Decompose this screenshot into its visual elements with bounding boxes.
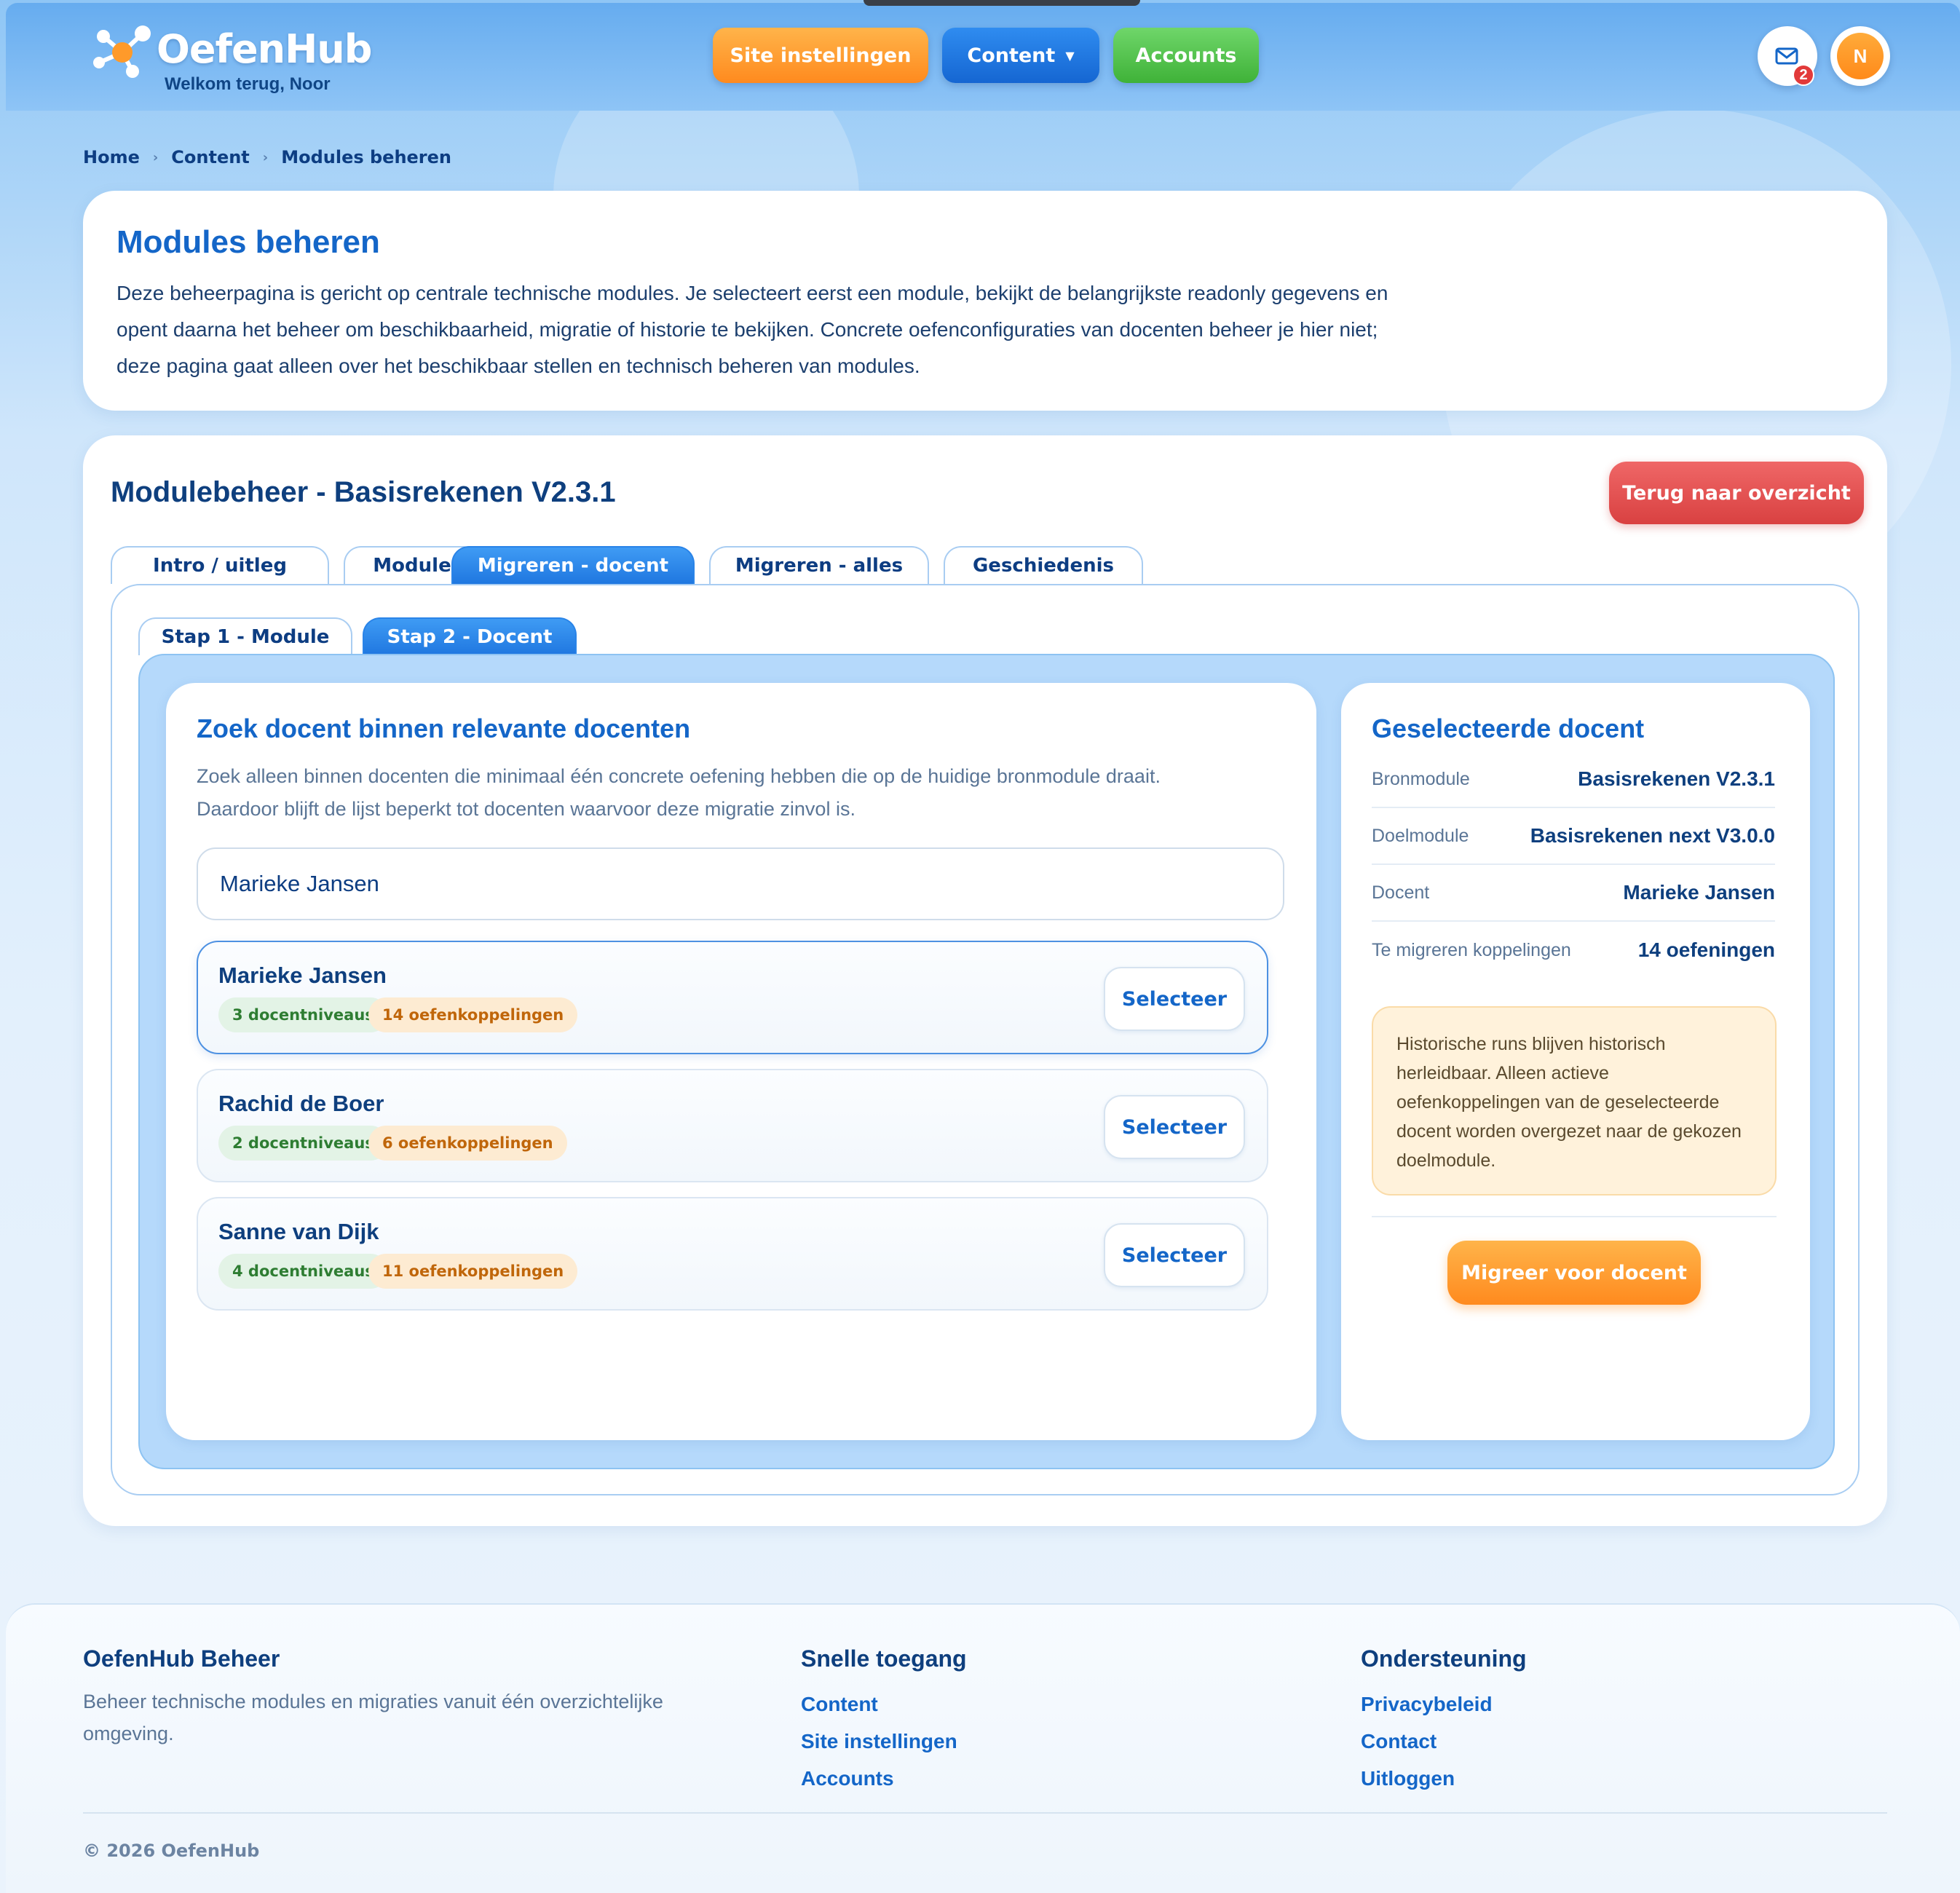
- nav-site-settings-button[interactable]: Site instellingen: [713, 28, 928, 83]
- links-badge: 6 oefenkoppelingen: [368, 1126, 567, 1161]
- row-value: 14 oefeningen: [1637, 938, 1775, 961]
- divider: [1372, 1216, 1777, 1217]
- tab-history[interactable]: Geschiedenis: [944, 546, 1143, 584]
- footer-brand-title: OefenHub Beheer: [83, 1645, 280, 1672]
- row-value: Basisrekenen V2.3.1: [1578, 767, 1775, 790]
- links-to-migrate-row: Te migreren koppelingen 14 oefeningen: [1372, 922, 1775, 979]
- footer-link-logout[interactable]: Uitloggen: [1361, 1760, 1527, 1797]
- footer-link-contact[interactable]: Contact: [1361, 1723, 1527, 1760]
- chevron-down-icon: ▼: [1065, 48, 1075, 63]
- mail-button[interactable]: 2: [1758, 26, 1817, 86]
- footer-link-accounts[interactable]: Accounts: [801, 1760, 967, 1797]
- teacher-name: Marieke Jansen: [218, 963, 387, 988]
- tab-migrate-all[interactable]: Migreren - alles: [709, 546, 929, 584]
- step-2-panel: Zoek docent binnen relevante docenten Zo…: [138, 654, 1835, 1469]
- levels-badge: 2 docentniveaus: [218, 1126, 388, 1161]
- breadcrumb-content[interactable]: Content: [171, 147, 250, 167]
- selected-teacher-card: Geselecteerde docent Bronmodule Basisrek…: [1341, 683, 1810, 1440]
- row-value: Basisrekenen next V3.0.0: [1530, 824, 1775, 847]
- intro-line: deze pagina gaat alleen over het beschik…: [116, 355, 920, 377]
- footer-divider: [83, 1812, 1887, 1814]
- selected-title: Geselecteerde docent: [1372, 714, 1645, 743]
- teacher-name: Rachid de Boer: [218, 1091, 384, 1116]
- app-name: OefenHub: [157, 26, 372, 72]
- window-notch: [864, 0, 1140, 6]
- footer-brand: OefenHub Beheer Beheer technische module…: [83, 1645, 724, 1750]
- teacher-result-row[interactable]: Marieke Jansen 3 docentniveaus 14 oefenk…: [197, 941, 1268, 1054]
- search-desc-line: Daardoor blijft de lijst beperkt tot doc…: [197, 798, 855, 820]
- history-note: Historische runs blijven historisch herl…: [1372, 1006, 1777, 1196]
- footer-link-privacy[interactable]: Privacybeleid: [1361, 1685, 1527, 1723]
- select-teacher-button[interactable]: Selecteer: [1104, 1095, 1245, 1159]
- top-header: OefenHub Welkom terug, Noor Site instell…: [6, 0, 1960, 111]
- teacher-row: Docent Marieke Jansen: [1372, 865, 1775, 922]
- row-label: Doelmodule: [1372, 825, 1469, 846]
- teacher-result-row[interactable]: Rachid de Boer 2 docentniveaus 6 oefenko…: [197, 1069, 1268, 1182]
- levels-badge: 3 docentniveaus: [218, 997, 388, 1032]
- teacher-name: Sanne van Dijk: [218, 1219, 379, 1244]
- nav-content-label: Content: [967, 44, 1056, 67]
- footer-support-title: Ondersteuning: [1361, 1645, 1527, 1672]
- tab-intro[interactable]: Intro / uitleg: [111, 546, 329, 584]
- chevron-right-icon: ›: [262, 149, 269, 165]
- logo-molecule-icon: [93, 25, 151, 78]
- links-badge: 14 oefenkoppelingen: [368, 997, 578, 1032]
- user-avatar[interactable]: N: [1830, 26, 1890, 86]
- row-value: Marieke Jansen: [1623, 881, 1775, 904]
- migrate-teacher-button[interactable]: Migreer voor docent: [1447, 1241, 1701, 1305]
- row-label: Bronmodule: [1372, 768, 1470, 789]
- module-management-card: Modulebeheer - Basisrekenen V2.3.1 Terug…: [83, 435, 1887, 1526]
- footer-link-content[interactable]: Content: [801, 1685, 967, 1723]
- footer-brand-desc: Beheer technische modules en migraties v…: [83, 1691, 663, 1744]
- welcome-text: Welkom terug, Noor: [165, 74, 331, 94]
- module-title: Modulebeheer - Basisrekenen V2.3.1: [111, 476, 616, 508]
- nav-accounts-button[interactable]: Accounts: [1113, 28, 1259, 83]
- search-desc-line: Zoek alleen binnen docenten die minimaal…: [197, 765, 1161, 787]
- source-module-row: Bronmodule Basisrekenen V2.3.1: [1372, 751, 1775, 808]
- avatar-initial: N: [1837, 33, 1884, 79]
- back-to-overview-button[interactable]: Terug naar overzicht: [1609, 462, 1864, 524]
- teacher-result-row[interactable]: Sanne van Dijk 4 docentniveaus 11 oefenk…: [197, 1197, 1268, 1311]
- migrate-teacher-panel: Stap 1 - Module Stap 2 - Docent Zoek doc…: [111, 584, 1860, 1495]
- mail-icon: [1775, 47, 1798, 65]
- copyright: © 2026 OefenHub: [83, 1841, 260, 1861]
- footer-quick-links: Snelle toegang Content Site instellingen…: [801, 1645, 967, 1797]
- tab-step-1-module[interactable]: Stap 1 - Module: [138, 617, 352, 655]
- teacher-search-card: Zoek docent binnen relevante docenten Zo…: [166, 683, 1316, 1440]
- footer: OefenHub Beheer Beheer technische module…: [6, 1603, 1960, 1893]
- logo[interactable]: OefenHub Welkom terug, Noor: [87, 19, 393, 94]
- select-teacher-button[interactable]: Selecteer: [1104, 967, 1245, 1031]
- teacher-search-input[interactable]: [197, 847, 1284, 920]
- intro-line: Deze beheerpagina is gericht op centrale…: [116, 282, 1388, 304]
- select-teacher-button[interactable]: Selecteer: [1104, 1223, 1245, 1287]
- search-description: Zoek alleen binnen docenten die minimaal…: [197, 760, 1274, 826]
- page-title: Modules beheren: [116, 224, 380, 260]
- chevron-right-icon: ›: [152, 149, 159, 165]
- row-label: Te migreren koppelingen: [1372, 939, 1571, 960]
- tab-step-2-teacher[interactable]: Stap 2 - Docent: [363, 617, 577, 655]
- breadcrumb: Home › Content › Modules beheren: [83, 147, 451, 167]
- mail-count-badge: 2: [1793, 64, 1814, 86]
- links-badge: 11 oefenkoppelingen: [368, 1254, 578, 1289]
- intro-line: opent daarna het beheer om beschikbaarhe…: [116, 318, 1378, 341]
- footer-quick-title: Snelle toegang: [801, 1645, 967, 1672]
- intro-card: Modules beheren Deze beheerpagina is ger…: [83, 191, 1887, 411]
- nav-site-settings-label: Site instellingen: [730, 44, 912, 67]
- breadcrumb-current: Modules beheren: [281, 147, 452, 167]
- tab-migrate-teacher[interactable]: Migreren - docent: [451, 546, 695, 584]
- breadcrumb-home[interactable]: Home: [83, 147, 140, 167]
- intro-text: Deze beheerpagina is gericht op centrale…: [116, 275, 1536, 384]
- target-module-row: Doelmodule Basisrekenen next V3.0.0: [1372, 808, 1775, 865]
- nav-content-button[interactable]: Content ▼: [942, 28, 1099, 83]
- row-label: Docent: [1372, 882, 1430, 903]
- app-shell: OefenHub Welkom terug, Noor Site instell…: [6, 0, 1960, 1893]
- nav-accounts-label: Accounts: [1135, 44, 1237, 67]
- footer-support: Ondersteuning Privacybeleid Contact Uitl…: [1361, 1645, 1527, 1797]
- levels-badge: 4 docentniveaus: [218, 1254, 388, 1289]
- search-title: Zoek docent binnen relevante docenten: [197, 714, 691, 743]
- footer-link-site-settings[interactable]: Site instellingen: [801, 1723, 967, 1760]
